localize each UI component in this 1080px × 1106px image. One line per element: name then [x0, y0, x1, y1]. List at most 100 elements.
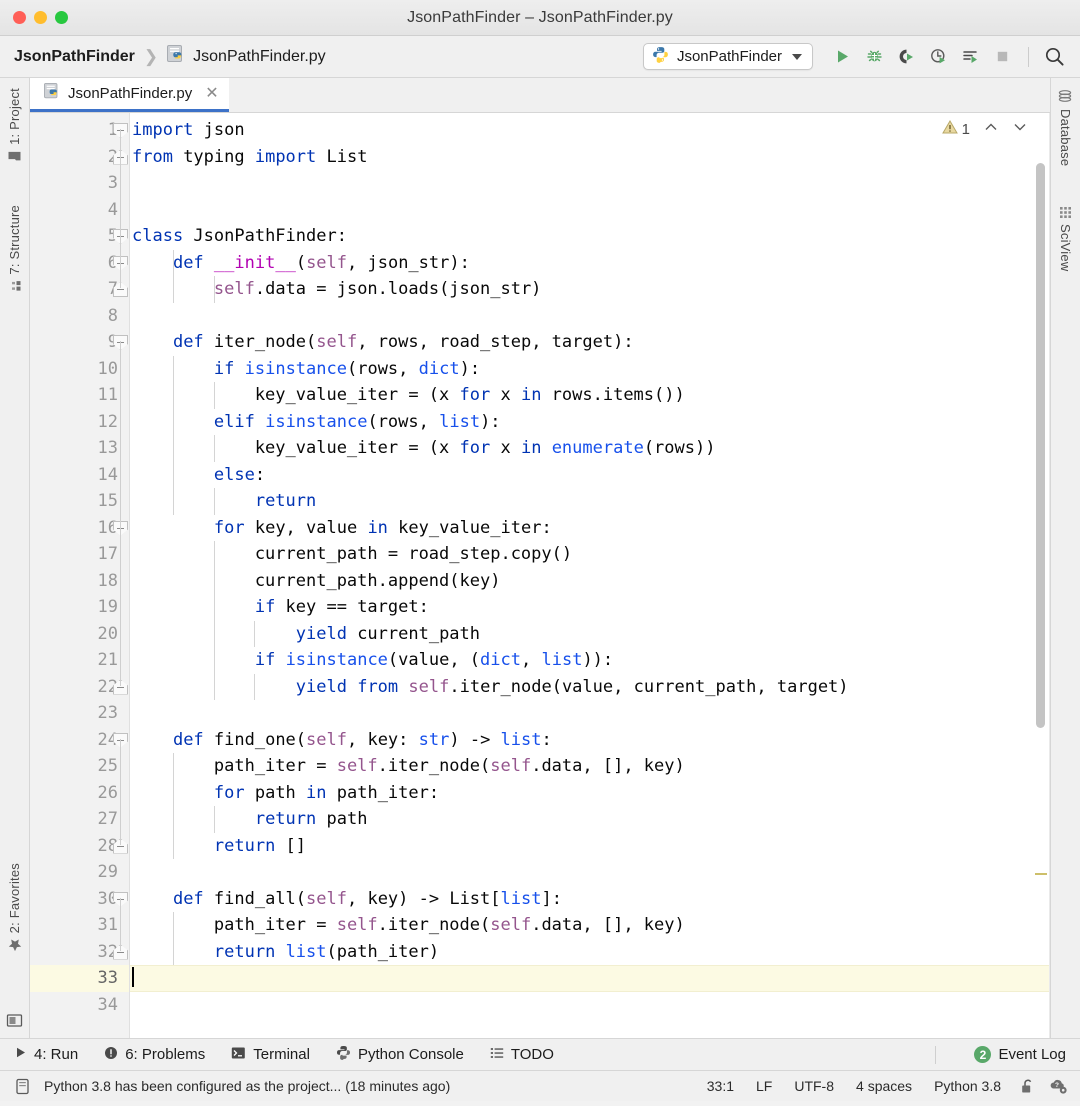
code-line[interactable]: key_value_iter = (x for x in enumerate(r… — [130, 435, 1050, 462]
stop-icon[interactable] — [989, 43, 1016, 70]
code-line[interactable]: key_value_iter = (x for x in rows.items(… — [130, 382, 1050, 409]
warning-stripe-mark[interactable] — [1035, 873, 1047, 875]
tool-window-run[interactable]: 4: Run — [14, 1046, 78, 1063]
code-line[interactable]: path_iter = self.iter_node(self.data, []… — [130, 753, 1050, 780]
line-number[interactable]: 10 — [30, 356, 130, 383]
status-interpreter[interactable]: Python 3.8 — [923, 1078, 1012, 1094]
line-number[interactable]: 33 — [30, 965, 130, 992]
code-line[interactable]: if isinstance(rows, dict): — [130, 356, 1050, 383]
line-number[interactable]: 12 — [30, 409, 130, 436]
tool-window-todo[interactable]: TODO — [490, 1046, 554, 1064]
run-configuration-selector[interactable]: JsonPathFinder — [643, 43, 813, 70]
line-number[interactable]: 19 — [30, 594, 130, 621]
breadcrumb-file[interactable]: JsonPathFinder.py — [193, 48, 326, 66]
line-number[interactable]: 23 — [30, 700, 130, 727]
scrollbar-thumb[interactable] — [1036, 163, 1045, 728]
code-line[interactable]: if key == target: — [130, 594, 1050, 621]
line-number[interactable]: 27 — [30, 806, 130, 833]
line-number[interactable]: 3 — [30, 170, 130, 197]
run-all-icon[interactable] — [957, 43, 984, 70]
editor-gutter[interactable]: 1234567891011121314151617181920212223242… — [30, 113, 130, 1038]
next-highlight-icon[interactable] — [1012, 119, 1028, 139]
code-line[interactable] — [130, 859, 1050, 886]
code-line[interactable]: import json — [130, 117, 1050, 144]
sidebar-item-structure[interactable]: 7: Structure — [7, 205, 22, 293]
line-number[interactable]: 14 — [30, 462, 130, 489]
sidebar-item-database[interactable]: Database — [1058, 90, 1073, 166]
code-line[interactable]: return path — [130, 806, 1050, 833]
code-line[interactable]: class JsonPathFinder: — [130, 223, 1050, 250]
debug-icon[interactable] — [861, 43, 888, 70]
line-number[interactable]: 29 — [30, 859, 130, 886]
code-line[interactable]: yield from self.iter_node(value, current… — [130, 674, 1050, 701]
code-line[interactable]: elif isinstance(rows, list): — [130, 409, 1050, 436]
status-file-encoding[interactable]: UTF-8 — [783, 1078, 845, 1094]
code-line[interactable]: for key, value in key_value_iter: — [130, 515, 1050, 542]
code-text-area[interactable]: import jsonfrom typing import List class … — [130, 113, 1050, 1038]
editor-vertical-scrollbar[interactable] — [1035, 113, 1047, 1038]
line-number[interactable]: 20 — [30, 621, 130, 648]
code-line[interactable]: yield current_path — [130, 621, 1050, 648]
previous-highlight-icon[interactable] — [983, 119, 999, 139]
sidebar-item-sciview[interactable]: SciView — [1058, 206, 1073, 271]
warning-count-group[interactable]: 1 — [942, 119, 970, 139]
line-number[interactable]: 31 — [30, 912, 130, 939]
line-number[interactable]: 17 — [30, 541, 130, 568]
code-line[interactable] — [130, 700, 1050, 727]
status-indent[interactable]: 4 spaces — [845, 1078, 923, 1094]
code-line[interactable]: path_iter = self.iter_node(self.data, []… — [130, 912, 1050, 939]
line-number[interactable]: 4 — [30, 197, 130, 224]
status-message-icon[interactable] — [10, 1078, 34, 1095]
code-line[interactable] — [130, 965, 1050, 992]
line-number[interactable]: 8 — [30, 303, 130, 330]
code-line[interactable]: from typing import List — [130, 144, 1050, 171]
line-number[interactable]: 11 — [30, 382, 130, 409]
code-line[interactable]: if isinstance(value, (dict, list)): — [130, 647, 1050, 674]
sidebar-item-favorites[interactable]: 2: Favorites — [7, 863, 22, 952]
unlock-icon[interactable] — [1016, 1078, 1040, 1095]
tool-window-event-log[interactable]: 2 Event Log — [974, 1046, 1066, 1063]
code-token — [132, 253, 173, 273]
line-number[interactable]: 21 — [30, 647, 130, 674]
code-line[interactable]: def find_all(self, key) -> List[list]: — [130, 886, 1050, 913]
search-everywhere-icon[interactable] — [1041, 43, 1068, 70]
code-line[interactable]: current_path.append(key) — [130, 568, 1050, 595]
code-line[interactable]: return list(path_iter) — [130, 939, 1050, 966]
code-line[interactable]: current_path = road_step.copy() — [130, 541, 1050, 568]
line-number[interactable]: 34 — [30, 992, 130, 1019]
code-token: list — [541, 650, 582, 670]
code-line[interactable] — [130, 303, 1050, 330]
status-caret-position[interactable]: 33:1 — [696, 1078, 745, 1094]
tool-window-terminal[interactable]: Terminal — [231, 1046, 310, 1064]
line-number[interactable]: 15 — [30, 488, 130, 515]
sidebar-item-project[interactable]: 1: Project — [7, 88, 22, 163]
run-icon[interactable] — [829, 43, 856, 70]
editor-area[interactable]: 1234567891011121314151617181920212223242… — [30, 113, 1050, 1038]
code-line[interactable] — [130, 170, 1050, 197]
close-icon[interactable]: ✕ — [205, 86, 218, 102]
line-number[interactable]: 26 — [30, 780, 130, 807]
run-with-coverage-icon[interactable] — [893, 43, 920, 70]
code-line[interactable] — [130, 197, 1050, 224]
status-line-separator[interactable]: LF — [745, 1078, 783, 1094]
code-line[interactable]: def find_one(self, key: str) -> list: — [130, 727, 1050, 754]
code-line[interactable]: def __init__(self, json_str): — [130, 250, 1050, 277]
code-line[interactable]: for path in path_iter: — [130, 780, 1050, 807]
profile-icon[interactable] — [925, 43, 952, 70]
status-message[interactable]: Python 3.8 has been configured as the pr… — [44, 1078, 450, 1094]
code-line[interactable]: self.data = json.loads(json_str) — [130, 276, 1050, 303]
help-cloud-gear-icon[interactable]: ? — [1046, 1077, 1070, 1095]
code-line[interactable]: else: — [130, 462, 1050, 489]
line-number[interactable]: 13 — [30, 435, 130, 462]
hide-tool-windows-icon[interactable] — [6, 1012, 23, 1032]
editor-tab-jsonpathfinder[interactable]: JsonPathFinder.py ✕ — [30, 78, 229, 112]
tool-window-problems[interactable]: 6: Problems — [104, 1046, 205, 1064]
code-line[interactable]: return — [130, 488, 1050, 515]
code-line[interactable]: return [] — [130, 833, 1050, 860]
code-line[interactable]: def iter_node(self, rows, road_step, tar… — [130, 329, 1050, 356]
breadcrumb-project[interactable]: JsonPathFinder — [14, 48, 135, 66]
tool-window-python-console[interactable]: Python Console — [336, 1045, 464, 1064]
line-number[interactable]: 25 — [30, 753, 130, 780]
line-number[interactable]: 18 — [30, 568, 130, 595]
code-line[interactable] — [130, 992, 1050, 1019]
